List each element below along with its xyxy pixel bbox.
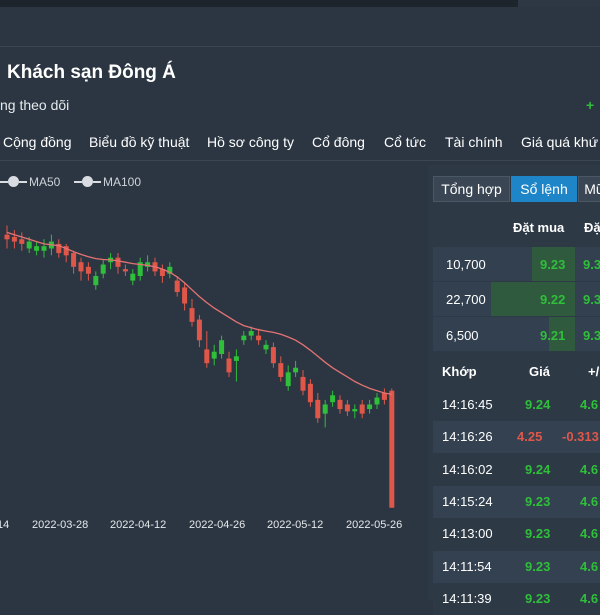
candle-body [182, 287, 188, 304]
trades-header-change: +/ [588, 364, 600, 379]
x-tick-label: 2022-05-26 [346, 519, 402, 531]
price-chart[interactable]: 14 2022-03-28 2022-04-12 2022-04-26 2022… [0, 0, 420, 600]
x-tick-label: 2022-03-28 [32, 519, 88, 531]
candle-body [4, 234, 10, 240]
candle-body [367, 404, 373, 410]
tab-mu[interactable]: Mũ [578, 176, 600, 202]
candle-body [19, 239, 25, 244]
candle-body [233, 356, 239, 361]
orderbook-header-bid: Đặt mua [513, 220, 565, 235]
trade-time: 14:11:54 [442, 558, 492, 574]
trade-change: 4.6 [580, 558, 599, 574]
candle-body [256, 335, 262, 341]
candle-body [204, 349, 210, 364]
candle-body [307, 383, 313, 403]
candle-body [344, 404, 350, 412]
trade-price: 9.23 [525, 526, 551, 542]
trade-time: 14:16:45 [442, 397, 493, 412]
x-tick-label: 2022-05-12 [267, 519, 323, 531]
candle-body [389, 390, 395, 508]
orderbook-volume: 6,500 [446, 328, 479, 343]
candle-body [196, 319, 202, 341]
x-tick-label: 2022-04-12 [110, 519, 166, 531]
tab-so-lenh[interactable]: Sổ lệnh [511, 176, 577, 202]
candle-body [322, 404, 328, 414]
candle-body [174, 280, 180, 293]
orderbook-bid-price[interactable]: 9.22 [540, 292, 565, 307]
candle-body [100, 264, 106, 274]
orderbook-bid-price[interactable]: 9.23 [540, 257, 565, 272]
candle-body [315, 399, 321, 419]
candle-body [130, 273, 136, 281]
follow-change: + [586, 97, 595, 113]
trade-price: 9.24 [525, 397, 551, 412]
candle-body [71, 253, 77, 267]
trade-time: 14:16:26 [442, 429, 493, 445]
orderbook-ask-price[interactable]: 9.3 [583, 292, 600, 307]
trade-price: 9.24 [525, 461, 551, 477]
top-bar-accent [518, 0, 600, 7]
candle-body [226, 358, 232, 373]
candle-body [78, 262, 84, 272]
orderbook-volume: 22,700 [446, 292, 486, 307]
orderbook-ask-price[interactable]: 9.3 [583, 257, 600, 272]
trades-header-price: Giá [529, 364, 550, 379]
trade-price: 9.23 [525, 558, 551, 574]
candle-body [85, 266, 91, 274]
candle-body [93, 276, 99, 286]
candle-body [285, 372, 291, 387]
candle-body [34, 246, 40, 251]
trade-change: 4.6 [580, 493, 599, 509]
trade-time: 14:13:00 [442, 526, 493, 542]
x-axis-ticks: 14 2022-03-28 2022-04-12 2022-04-26 2022… [0, 519, 402, 531]
trade-change: 4.6 [580, 461, 599, 477]
nav-gia-qua-khu[interactable]: Giá quá khứ [521, 134, 598, 150]
trade-change: 4.6 [580, 590, 599, 606]
candle-body [374, 397, 380, 405]
candle-body [359, 404, 365, 414]
candle-body [26, 241, 32, 249]
candle-body [219, 340, 225, 354]
candle-body [337, 399, 343, 410]
trade-price: 4.25 [517, 429, 543, 445]
x-tick-label: 14 [0, 519, 9, 531]
candle-body [270, 347, 276, 364]
trade-time: 14:16:02 [442, 461, 493, 477]
candle-body [241, 335, 247, 341]
candle-body [11, 237, 17, 242]
x-tick-label: 2022-04-26 [189, 519, 245, 531]
candle-body [211, 351, 217, 359]
orderbook-volume: 10,700 [446, 257, 486, 272]
candle-body [263, 344, 269, 350]
trade-price: 9.23 [525, 493, 551, 509]
candle-body [293, 367, 299, 373]
ma-line [6, 231, 392, 396]
trade-change: 4.6 [580, 397, 599, 412]
trades-header-time: Khớp [442, 364, 477, 379]
nav-tai-chinh[interactable]: Tài chính [445, 134, 503, 150]
candle-body [278, 363, 284, 377]
candle-body [122, 269, 128, 272]
candle-body [300, 376, 306, 391]
trade-change: 4.6 [580, 526, 599, 542]
candle-body [381, 393, 387, 400]
trade-price: 9.23 [525, 590, 551, 606]
orderbook-ask-price[interactable]: 9.3 [583, 328, 600, 343]
candle-body [189, 308, 195, 322]
candle-body [330, 395, 336, 403]
trade-time: 14:11:39 [442, 590, 492, 606]
candle-body [248, 331, 254, 336]
candle-body [115, 257, 121, 267]
candle-body [352, 409, 358, 412]
tab-tong-hop[interactable]: Tổng hợp [433, 176, 510, 202]
candle-body [41, 246, 47, 251]
orderbook-header-ask: Đặ [584, 220, 600, 235]
trade-time: 14:15:24 [442, 493, 493, 509]
trade-change: -0.313 [562, 429, 599, 445]
candles [4, 225, 395, 508]
orderbook-bid-price[interactable]: 9.21 [540, 328, 565, 343]
